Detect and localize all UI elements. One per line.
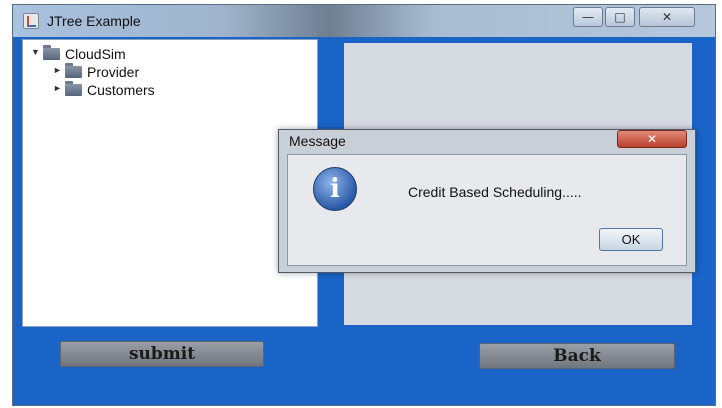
collapse-arrow-icon[interactable]: ► [53,65,62,75]
dialog-message: Credit Based Scheduling..... [408,184,582,200]
tree-node-label: CloudSim [65,46,126,62]
window-title: JTree Example [47,13,141,29]
dialog-body: i Credit Based Scheduling..... OK [287,154,687,266]
info-icon: i [313,167,357,211]
tree-node-label: Provider [87,64,140,80]
folder-icon [65,81,82,96]
close-button[interactable]: ✕ [639,7,695,27]
submit-button[interactable]: submit [60,341,264,367]
expand-arrow-icon[interactable]: ▼ [31,47,40,57]
tree-panel[interactable]: ▼ CloudSim ► Provider ► Customers [22,39,318,327]
ok-button[interactable]: OK [599,228,663,251]
dialog-close-button[interactable]: ✕ [617,130,687,148]
back-button[interactable]: Back [479,343,675,369]
collapse-arrow-icon[interactable]: ► [53,83,62,93]
tree-node-label: Customers [87,82,155,98]
dialog-title: Message [289,133,346,149]
maximize-button[interactable]: □ [605,7,635,27]
java-app-icon [23,13,39,29]
folder-icon [43,45,60,60]
message-dialog: Message ✕ i Credit Based Scheduling.....… [278,129,696,273]
minimize-button[interactable]: — [573,7,603,27]
title-bar[interactable]: JTree Example — □ ✕ [13,5,715,37]
folder-icon [65,63,82,78]
